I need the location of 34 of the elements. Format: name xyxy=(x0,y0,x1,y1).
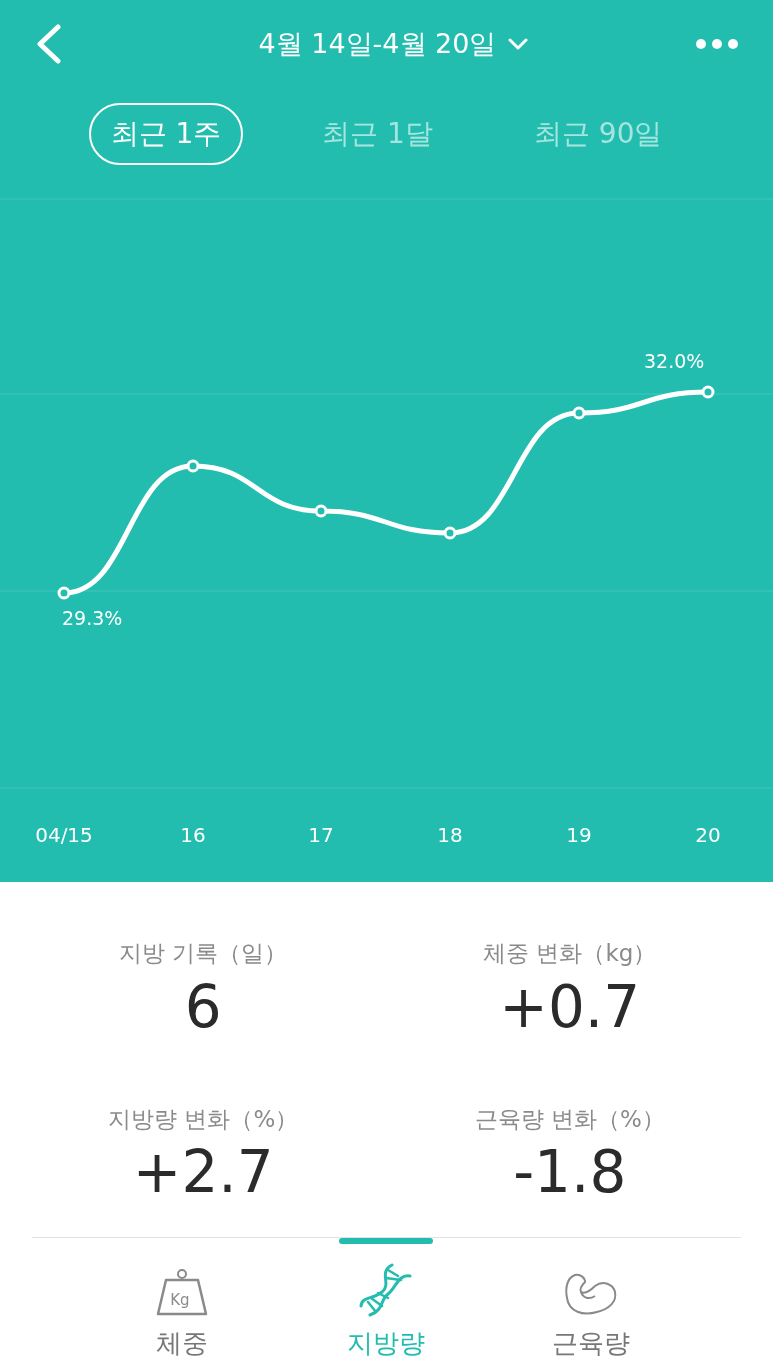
nav-tab[interactable]: 지방량 xyxy=(316,1238,457,1365)
data-point xyxy=(314,504,328,518)
range-tab[interactable]: 최근 90일 xyxy=(511,103,685,165)
data-point xyxy=(57,586,71,600)
x-axis-label: 16 xyxy=(180,825,206,845)
x-axis-label: 19 xyxy=(566,825,592,845)
x-axis-label: 20 xyxy=(695,825,721,845)
data-point xyxy=(443,526,457,540)
x-axis-label: 17 xyxy=(308,825,334,845)
stat-value: -1.8 xyxy=(513,1137,627,1208)
back-icon[interactable] xyxy=(34,24,62,64)
stat-label: 근육량 변화（%） xyxy=(474,1104,665,1134)
stat-label: 체중 변화（kg） xyxy=(483,939,657,968)
x-axis-label: 18 xyxy=(437,825,463,845)
icon-label: Kg xyxy=(170,1293,190,1308)
stat-value: 6 xyxy=(184,971,222,1043)
stat-value: +0.7 xyxy=(499,971,641,1043)
range-tab[interactable]: 최근 1달 xyxy=(300,103,455,165)
data-point xyxy=(701,385,715,399)
x-axis-label: 04/15 xyxy=(35,825,93,845)
more-icon[interactable] xyxy=(695,38,739,50)
range-tab[interactable]: 최근 1주 xyxy=(88,103,244,165)
weight-icon xyxy=(155,1268,210,1318)
chevron-down-icon xyxy=(508,38,529,50)
stat-value: +2.7 xyxy=(132,1137,274,1208)
nav-tab[interactable]: 근육량 xyxy=(520,1238,661,1365)
stat-label: 지방량 변화（%） xyxy=(108,1104,299,1134)
date-range-dropdown[interactable]: 4월 14일-4월 20일 xyxy=(258,23,529,65)
data-label: 32.0% xyxy=(644,352,705,371)
data-point xyxy=(572,406,586,420)
data-label: 29.3% xyxy=(62,609,123,628)
nav-tab[interactable]: Kg 체중 xyxy=(112,1238,253,1365)
stat-label: 지방 기록（일） xyxy=(119,939,288,968)
data-point xyxy=(186,459,200,473)
